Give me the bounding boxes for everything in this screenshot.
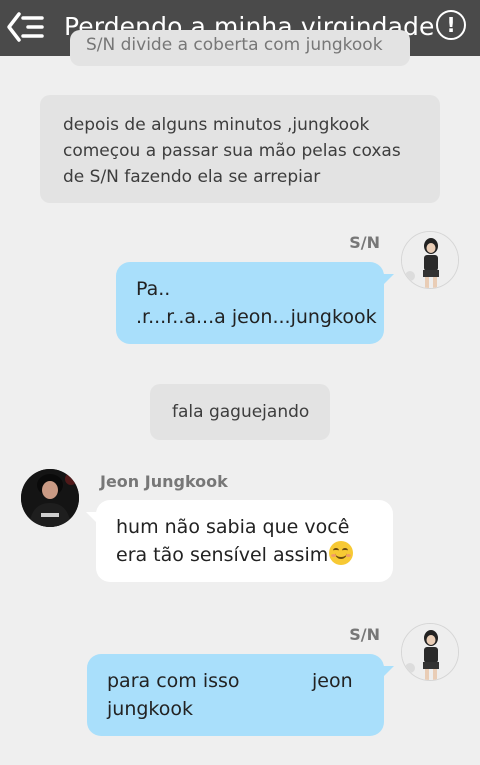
narration-message: depois de alguns minutos ,jungkook começ… bbox=[40, 95, 440, 203]
message-bubble-sn[interactable]: Pa.. .r...r..a...a jeon...jungkook bbox=[116, 262, 394, 344]
narration-message: fala gaguejando bbox=[150, 384, 330, 440]
avatar-sn-image bbox=[402, 624, 458, 680]
avatar-jungkook-image bbox=[21, 469, 79, 527]
message-text-line: para com isso jeon bbox=[107, 670, 353, 692]
bubble-tail bbox=[380, 274, 394, 288]
avatar-sn[interactable] bbox=[401, 231, 459, 289]
message-bubble-jungkook[interactable]: hum não sabia que você era tão sensível … bbox=[86, 500, 393, 582]
message-text-line: .r...r..a...a jeon...jungkook bbox=[136, 306, 377, 328]
message-text-line: jungkook bbox=[107, 698, 194, 720]
narration-message-partial: S/N divide a coberta com jungkook bbox=[70, 30, 410, 66]
back-menu-icon[interactable] bbox=[6, 10, 46, 44]
info-icon[interactable]: ! bbox=[436, 10, 466, 40]
bubble-tail bbox=[86, 512, 100, 526]
message-text-line: hum não sabia que você bbox=[116, 516, 350, 538]
sender-name-sn: S/N bbox=[349, 233, 380, 252]
avatar-sn-image bbox=[402, 232, 458, 288]
message-bubble-sn[interactable]: para com isso jeon jungkook bbox=[87, 654, 394, 736]
blushing-smile-emoji bbox=[329, 541, 354, 565]
sender-name-sn: S/N bbox=[349, 625, 380, 644]
message-text-line: era tão sensível assim bbox=[116, 544, 329, 566]
avatar-jungkook[interactable] bbox=[21, 469, 79, 527]
bubble-tail bbox=[380, 666, 394, 680]
sender-name-jungkook: Jeon Jungkook bbox=[100, 472, 228, 491]
avatar-sn[interactable] bbox=[401, 623, 459, 681]
message-text-line: Pa.. bbox=[136, 278, 171, 300]
